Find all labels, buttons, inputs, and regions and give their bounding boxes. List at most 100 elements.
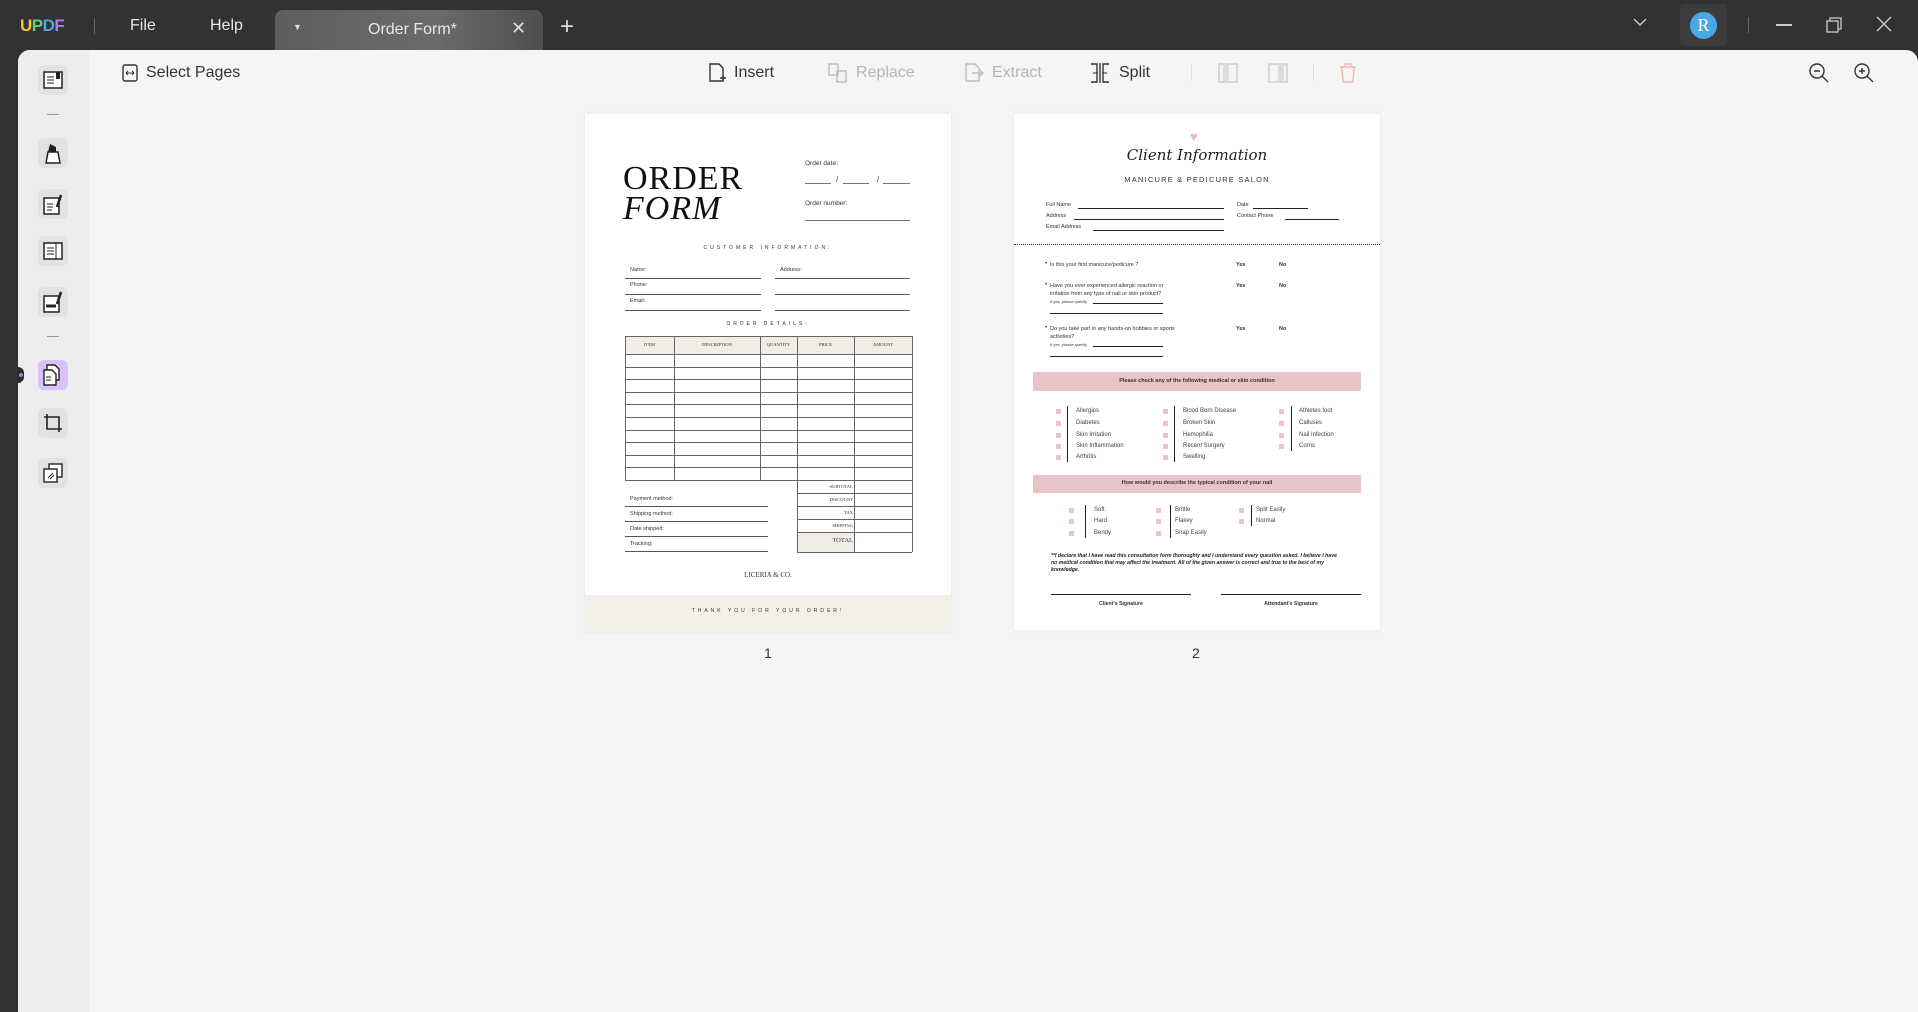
split-button[interactable]: Split xyxy=(1089,60,1150,86)
split-icon xyxy=(1091,63,1109,83)
shipping-field-label: Shipping method: xyxy=(630,511,673,517)
checkbox[interactable] xyxy=(1056,433,1061,438)
table-gridline xyxy=(625,467,912,469)
checkbox[interactable] xyxy=(1056,444,1061,449)
document-tab[interactable]: ▼ Order Form* ✕ xyxy=(275,10,543,50)
page-number-1: 1 xyxy=(764,645,772,661)
zoom-out-button[interactable] xyxy=(1809,60,1829,86)
checkbox[interactable] xyxy=(1163,421,1168,426)
minimize-button[interactable] xyxy=(1776,24,1792,26)
column-divider xyxy=(1251,505,1252,526)
menu-file[interactable]: File xyxy=(130,17,156,35)
dotted-divider xyxy=(1014,244,1380,245)
checkbox-label: Snap Easily xyxy=(1175,530,1207,536)
question-text: Do you take part in any hands-on hobbies… xyxy=(1050,326,1175,340)
tab-dropdown-icon[interactable]: ▼ xyxy=(293,22,302,32)
checkbox[interactable] xyxy=(1069,519,1074,524)
field-line xyxy=(1093,303,1163,304)
checkbox[interactable] xyxy=(1069,508,1074,513)
checkbox[interactable] xyxy=(1056,421,1061,426)
checkbox-label: Skin Inflammation xyxy=(1076,443,1124,449)
overlay-icon[interactable] xyxy=(38,458,68,488)
rotate-right-button[interactable] xyxy=(1268,60,1288,86)
checkbox[interactable] xyxy=(1279,444,1284,449)
heart-icon: ♥ xyxy=(1190,129,1198,144)
edit-icon[interactable] xyxy=(38,189,68,219)
field-label: Phone: xyxy=(630,282,648,288)
field-label: Date xyxy=(1237,202,1249,208)
checkbox-label: Recent Surgery xyxy=(1183,443,1225,449)
checkbox[interactable] xyxy=(1239,519,1244,524)
select-pages-button[interactable]: Select Pages xyxy=(122,60,240,86)
fill-sign-icon[interactable] xyxy=(38,287,68,317)
insert-button[interactable]: Insert xyxy=(708,60,774,86)
footer-text: THANK YOU FOR YOUR ORDER! xyxy=(691,608,845,614)
checkbox[interactable] xyxy=(1156,531,1161,536)
close-window-button[interactable] xyxy=(1876,16,1892,37)
checkbox[interactable] xyxy=(1279,433,1284,438)
checkbox-label: Skin Irritation xyxy=(1076,432,1112,438)
comment-icon[interactable] xyxy=(38,138,68,168)
form-icon[interactable] xyxy=(38,236,68,266)
page-thumbnail-2[interactable]: ♥ Client Information MANICURE & PEDICURE… xyxy=(1014,114,1380,630)
band-label: How would you describe the typical condi… xyxy=(1121,480,1273,486)
checkbox-label: Hemophilia xyxy=(1183,432,1214,438)
table-gridline xyxy=(625,429,912,431)
checkbox-label: Split Easily xyxy=(1256,507,1286,513)
checkbox[interactable] xyxy=(1069,531,1074,536)
avatar[interactable]: R xyxy=(1690,12,1717,39)
checkbox-label: Arthritis xyxy=(1076,454,1097,460)
chevron-down-icon[interactable] xyxy=(1632,14,1648,35)
crop-icon[interactable] xyxy=(38,408,68,438)
menu-help[interactable]: Help xyxy=(210,17,243,35)
checkbox[interactable] xyxy=(1056,455,1061,460)
band-label: Please check any of the following medica… xyxy=(1119,378,1275,384)
totals-label: TOTAL xyxy=(832,537,853,544)
checkbox[interactable] xyxy=(1163,444,1168,449)
company-name: LICERIA & CO. xyxy=(744,571,792,579)
left-sidebar xyxy=(18,50,89,1012)
checkbox-label: Allergies xyxy=(1076,408,1100,414)
delete-button[interactable] xyxy=(1339,60,1357,86)
checkbox[interactable] xyxy=(1156,519,1161,524)
checkbox[interactable] xyxy=(1239,508,1244,513)
checkbox[interactable] xyxy=(1163,433,1168,438)
checkbox[interactable] xyxy=(1163,409,1168,414)
table-gridline xyxy=(625,336,626,480)
order-date-label: Order date: xyxy=(805,160,838,167)
no-option: No xyxy=(1279,262,1287,268)
checkbox[interactable] xyxy=(1156,508,1161,513)
account-area[interactable]: R xyxy=(1680,4,1727,46)
checkbox-label: Normal xyxy=(1256,518,1276,524)
checkbox[interactable] xyxy=(1279,409,1284,414)
new-tab-button[interactable]: + xyxy=(560,13,574,41)
table-gridline xyxy=(625,336,912,337)
restore-button[interactable] xyxy=(1826,17,1842,38)
field-line xyxy=(625,521,768,522)
checkbox[interactable] xyxy=(1279,421,1284,426)
checkbox[interactable] xyxy=(1056,409,1061,414)
zoom-in-button[interactable] xyxy=(1854,60,1874,86)
organize-pages-icon[interactable] xyxy=(38,360,68,390)
checkbox[interactable] xyxy=(1163,455,1168,460)
checkbox-label: Hard xyxy=(1094,518,1108,524)
divider xyxy=(47,114,59,115)
extract-button[interactable]: Extract xyxy=(964,60,1042,86)
checkbox-label: Soft xyxy=(1094,507,1105,513)
shipping-field-label: Payment method: xyxy=(630,496,674,502)
tab-close-icon[interactable]: ✕ xyxy=(511,18,526,39)
checkbox-label: Swelling xyxy=(1183,454,1206,460)
shipping-field-label: Tracking: xyxy=(630,541,653,547)
field-label: Contact Phone xyxy=(1237,213,1274,219)
order-number-label: Order number: xyxy=(805,200,848,207)
page-thumbnail-1[interactable]: ORDER FORM Order date: / / Order number:… xyxy=(585,114,951,633)
medical-condition-band: Please check any of the following medica… xyxy=(1033,372,1361,391)
yes-option: Yes xyxy=(1236,326,1246,332)
column-divider xyxy=(1085,505,1086,538)
field-label: Name: xyxy=(630,267,647,273)
rotate-left-button[interactable] xyxy=(1218,60,1238,86)
updf-logo[interactable]: UPDF xyxy=(20,16,65,36)
reader-icon[interactable] xyxy=(38,65,68,95)
replace-button[interactable]: Replace xyxy=(828,60,915,86)
totals-label: DISCOUNT xyxy=(829,497,853,502)
